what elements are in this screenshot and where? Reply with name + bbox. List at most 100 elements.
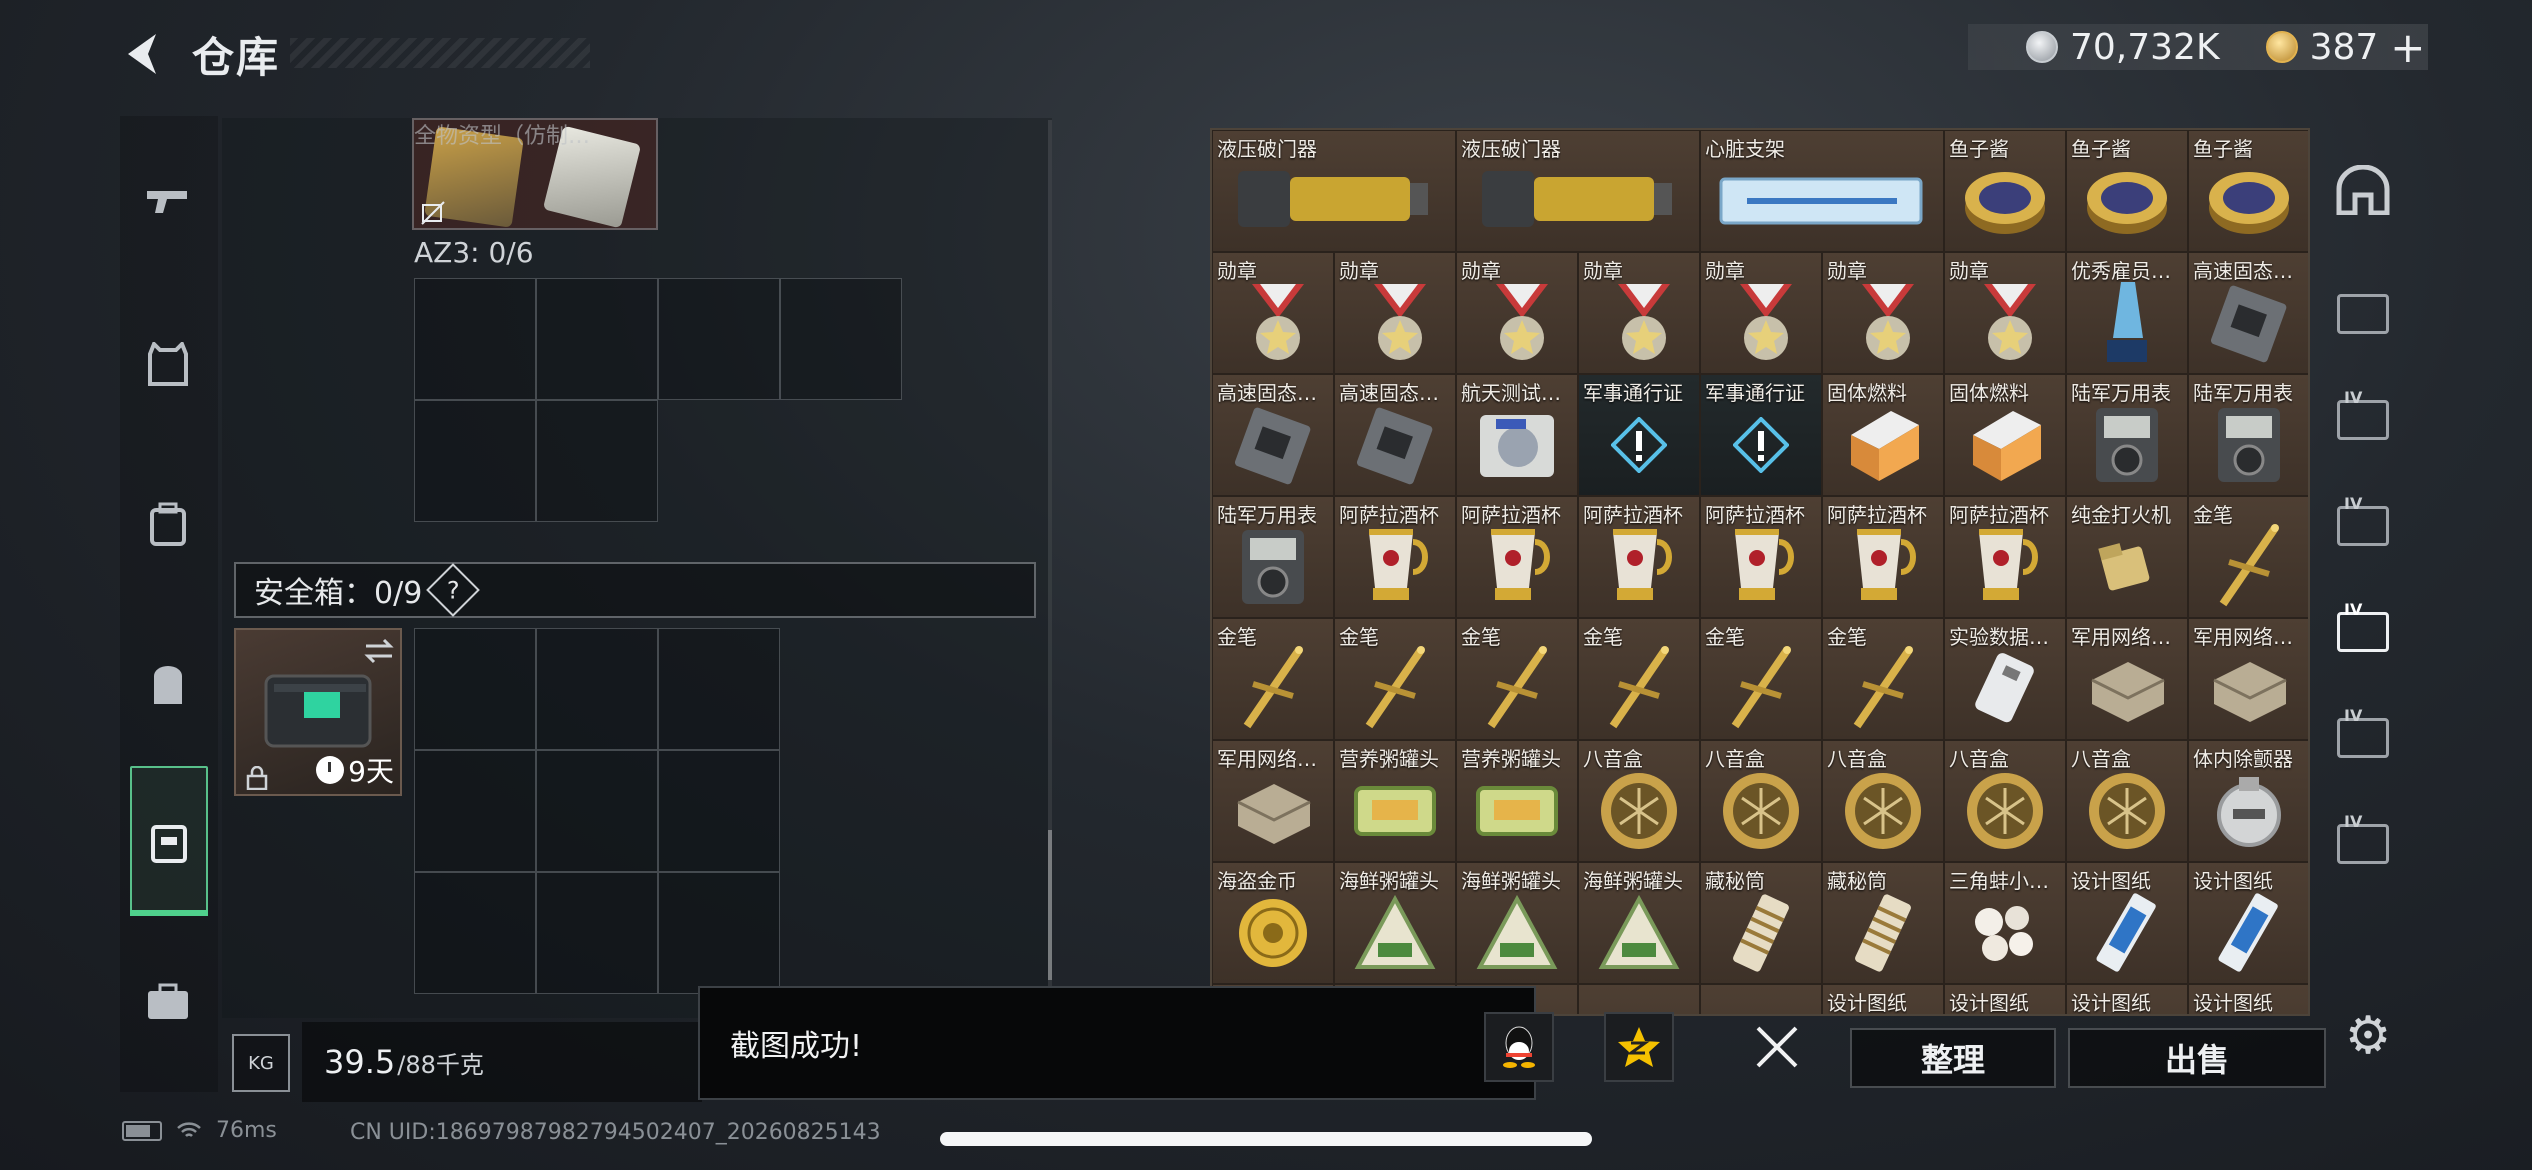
nav-briefcase[interactable] [132, 966, 204, 1038]
safebox-cell[interactable] [536, 628, 658, 750]
help-button[interactable]: ? [426, 563, 481, 617]
grid-item[interactable]: 营养粥罐头 [1456, 740, 1578, 862]
grid-item[interactable]: 八音盒 [1822, 740, 1944, 862]
sort-button[interactable]: 整理 [1850, 1028, 2056, 1088]
nav-gun[interactable] [132, 166, 204, 238]
safebox-cell[interactable] [658, 872, 780, 994]
grid-item[interactable]: 藏秘筒 [1700, 862, 1822, 984]
grid-item[interactable] [1700, 984, 1822, 1014]
share-qq-button[interactable] [1484, 1012, 1554, 1082]
nav-rig[interactable] [132, 488, 204, 560]
left-scrollbar-thumb[interactable] [1048, 830, 1052, 980]
grid-item[interactable]: 阿萨拉酒杯 [1822, 496, 1944, 618]
grid-item[interactable]: 勋章 [1212, 252, 1334, 374]
filter-1-icon[interactable] [2318, 274, 2408, 354]
grid-item[interactable]: 八音盒 [2066, 740, 2188, 862]
safebox-cell[interactable] [658, 628, 780, 750]
grid-item[interactable]: 高速固态… [1212, 374, 1334, 496]
grid-item[interactable]: 设计图纸 [1944, 984, 2066, 1014]
grid-item[interactable]: 心脏支架 [1700, 130, 1944, 252]
grid-cell[interactable] [658, 278, 780, 400]
grid-item[interactable]: 军事通行证 [1578, 374, 1700, 496]
grid-item[interactable]: 八音盒 [1700, 740, 1822, 862]
grid-item[interactable]: 鱼子酱 [1944, 130, 2066, 252]
grid-item[interactable]: 金笔 [1334, 618, 1456, 740]
safebox-cell[interactable] [536, 872, 658, 994]
grid-item[interactable]: 金笔 [1700, 618, 1822, 740]
settings-gear-icon[interactable]: ⚙ [2340, 1008, 2396, 1064]
close-toast-icon[interactable] [1750, 1020, 1804, 1074]
safebox-item[interactable]: 9天 [234, 628, 402, 796]
grid-item[interactable]: 高速固态… [1334, 374, 1456, 496]
category-iv-b-icon[interactable]: IV [2318, 698, 2408, 778]
category-iv-add-icon[interactable]: IV [2318, 486, 2408, 566]
grid-item[interactable]: 设计图纸 [2066, 862, 2188, 984]
grid-item[interactable]: 八音盒 [1578, 740, 1700, 862]
grid-item[interactable]: 军事通行证 [1700, 374, 1822, 496]
grid-item[interactable]: 海盗金币 [1212, 862, 1334, 984]
swap-icon[interactable] [362, 638, 396, 664]
home-indicator[interactable] [940, 1132, 1592, 1146]
grid-item[interactable]: 设计图纸 [2188, 862, 2308, 984]
safebox-cell[interactable] [658, 750, 780, 872]
nav-backpack[interactable] [132, 648, 204, 720]
grid-item[interactable]: 海鲜粥罐头 [1334, 862, 1456, 984]
grid-item[interactable]: 陆军万用表 [2188, 374, 2308, 496]
nav-safebox[interactable] [130, 766, 208, 916]
safebox-cell[interactable] [414, 628, 536, 750]
grid-item[interactable]: 阿萨拉酒杯 [1578, 496, 1700, 618]
safebox-cell[interactable] [414, 872, 536, 994]
grid-item[interactable]: 勋章 [1944, 252, 2066, 374]
grid-item[interactable]: 陆军万用表 [2066, 374, 2188, 496]
grid-item[interactable]: 金笔 [1578, 618, 1700, 740]
category-iv-c-icon[interactable]: IV [2318, 804, 2408, 884]
grid-item[interactable]: 三角蚌小… [1944, 862, 2066, 984]
add-currency-button[interactable]: + [2390, 23, 2425, 72]
grid-item[interactable]: 勋章 [1578, 252, 1700, 374]
grid-item[interactable]: 液压破门器 [1212, 130, 1456, 252]
grid-item[interactable]: 体内除颤器 [2188, 740, 2308, 862]
grid-item[interactable]: 阿萨拉酒杯 [1334, 496, 1456, 618]
grid-item[interactable]: 海鲜粥罐头 [1578, 862, 1700, 984]
grid-item[interactable]: 纯金打火机 [2066, 496, 2188, 618]
grid-item[interactable]: 鱼子酱 [2188, 130, 2308, 252]
safebox-cell[interactable] [414, 750, 536, 872]
grid-cell[interactable] [414, 278, 536, 400]
grid-item[interactable]: 勋章 [1334, 252, 1456, 374]
grid-item[interactable]: 勋章 [1700, 252, 1822, 374]
grid-item[interactable]: 阿萨拉酒杯 [1944, 496, 2066, 618]
grid-item[interactable]: 高速固态… [2188, 252, 2308, 374]
grid-item[interactable]: 军用网络… [1212, 740, 1334, 862]
grid-item[interactable]: 实验数据… [1944, 618, 2066, 740]
nav-vest[interactable] [132, 328, 204, 400]
grid-item[interactable]: 勋章 [1456, 252, 1578, 374]
grid-item[interactable]: 藏秘筒 [1822, 862, 1944, 984]
category-iv-icon[interactable]: IV [2318, 380, 2408, 460]
grid-item[interactable]: 优秀雇员… [2066, 252, 2188, 374]
sell-button[interactable]: 出售 [2068, 1028, 2326, 1088]
grid-item[interactable]: 航天测试… [1456, 374, 1578, 496]
grid-cell[interactable] [780, 278, 902, 400]
share-qzone-button[interactable] [1604, 1012, 1674, 1082]
grid-item[interactable]: 陆军万用表 [1212, 496, 1334, 618]
grid-item[interactable]: 设计图纸 [2188, 984, 2308, 1014]
grid-item[interactable]: 金笔 [2188, 496, 2308, 618]
safebox-cell[interactable] [536, 750, 658, 872]
grid-item[interactable]: 金笔 [1456, 618, 1578, 740]
grid-cell[interactable] [536, 400, 658, 522]
category-iv-selected-icon[interactable]: IV [2318, 592, 2408, 672]
grid-cell[interactable] [536, 278, 658, 400]
grid-cell[interactable] [414, 400, 536, 522]
grid-item[interactable]: 阿萨拉酒杯 [1456, 496, 1578, 618]
grid-item[interactable]: 鱼子酱 [2066, 130, 2188, 252]
helmet-icon[interactable] [2318, 150, 2408, 230]
grid-item[interactable]: 军用网络… [2066, 618, 2188, 740]
grid-item[interactable]: 海鲜粥罐头 [1456, 862, 1578, 984]
grid-item[interactable]: 阿萨拉酒杯 [1700, 496, 1822, 618]
grid-item[interactable]: 固体燃料 [1822, 374, 1944, 496]
grid-item[interactable]: 金笔 [1822, 618, 1944, 740]
back-arrow-icon[interactable] [118, 28, 170, 80]
grid-item[interactable]: 勋章 [1822, 252, 1944, 374]
grid-item[interactable]: 军用网络… [2188, 618, 2308, 740]
grid-item[interactable]: 营养粥罐头 [1334, 740, 1456, 862]
